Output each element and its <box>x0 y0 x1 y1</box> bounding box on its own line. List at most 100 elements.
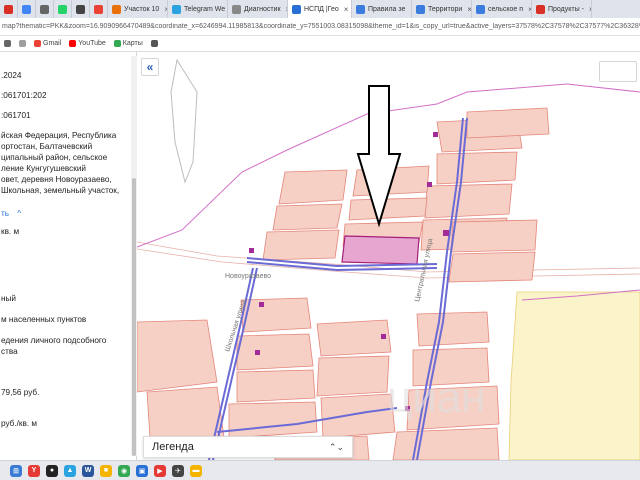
tab-favicon-icon <box>292 4 301 14</box>
bookmark-item[interactable] <box>19 40 26 47</box>
app-9-icon[interactable]: ✈ <box>172 464 184 477</box>
bookmark-label[interactable]: Gmail <box>43 40 61 47</box>
app-8-icon[interactable]: ▶ <box>154 464 166 477</box>
address-line-2: ортостан, Балтачевский <box>1 142 93 151</box>
bookmark-favicon-icon <box>150 40 158 47</box>
bookmark-favicon-icon <box>19 40 26 47</box>
bookmark-favicon-icon <box>34 40 41 47</box>
category-line: м населенных пунктов <box>1 315 87 324</box>
tab-label[interactable]: Продукты - <box>548 6 584 13</box>
bookmark-item[interactable]: Карты <box>113 40 143 47</box>
chevron-up-icon[interactable]: ^ <box>17 209 21 218</box>
bookmark-item[interactable] <box>150 40 158 47</box>
tab-favicon-icon <box>58 4 67 14</box>
map-search-box[interactable] <box>599 61 637 82</box>
parcel-info-panel: .2024 :061701:202 :061701 йская Федераци… <box>0 52 137 460</box>
tab-label[interactable]: сельское п <box>488 6 523 13</box>
watermark: циан <box>387 373 486 422</box>
browser-tab-strip: Участок 10×Telegram We×Диагностик×НСПД |… <box>0 0 640 18</box>
tab-favicon-icon <box>476 4 485 14</box>
browser-tab[interactable] <box>72 0 90 18</box>
collapse-panel-button[interactable]: « <box>141 58 159 76</box>
browser-tab[interactable]: Участок 10× <box>108 0 168 18</box>
tab-label[interactable]: Telegram We <box>184 6 225 13</box>
tab-favicon-icon <box>172 4 181 14</box>
tab-favicon-icon <box>232 4 241 14</box>
show-more-label[interactable]: ть <box>1 209 9 218</box>
map-canvas[interactable]: Новоуразаево Школьная улица Центральная … <box>137 52 640 460</box>
yellow-zone <box>508 291 640 460</box>
app-7-icon[interactable]: ▣ <box>136 464 148 477</box>
browser-tab[interactable]: НСПД |Гео × <box>288 0 352 18</box>
registration-date: .2024 <box>1 71 22 80</box>
address-line-6: Школьная, земельный участок, <box>1 186 120 195</box>
panel-scrollbar-thumb[interactable] <box>132 178 136 456</box>
browser-tab[interactable]: Telegram We× <box>168 0 228 18</box>
tab-favicon-icon <box>536 4 545 14</box>
cadastral-number: :061701:202 <box>1 91 47 100</box>
expand-collapse-icon[interactable]: ⌃⌄ <box>329 442 344 453</box>
browser-tab[interactable]: сельское п× <box>472 0 532 18</box>
chrome-icon[interactable]: ◉ <box>118 464 130 477</box>
address-line-1: йская Федерация, Республика <box>1 131 117 140</box>
windows-icon[interactable]: ⊞ <box>10 464 22 477</box>
tab-label[interactable]: Правила зе <box>368 6 405 13</box>
browser-tab[interactable] <box>0 0 18 18</box>
street-label-village: Новоуразаево <box>225 273 271 280</box>
app-3-icon[interactable]: ▲ <box>64 464 76 477</box>
browser-tab[interactable]: Правила зе× <box>352 0 412 18</box>
cadastral-cost: 79,56 руб. <box>1 388 40 397</box>
tab-label[interactable]: Территори <box>428 6 462 13</box>
bookmark-label[interactable]: YouTube <box>78 40 106 47</box>
bookmark-label[interactable]: Карты <box>123 40 143 47</box>
browser-tab[interactable] <box>36 0 54 18</box>
tab-favicon-icon <box>76 4 85 14</box>
tab-favicon-icon <box>94 4 103 14</box>
tab-label[interactable]: НСПД |Гео <box>304 6 339 13</box>
bookmark-item[interactable]: YouTube <box>69 40 106 47</box>
browser-tab[interactable]: Территори × <box>412 0 472 18</box>
tab-favicon-icon <box>356 4 365 14</box>
legend-label[interactable]: Легенда <box>152 441 194 453</box>
address-line-5: овет, деревня Новоуразаево, <box>1 175 112 184</box>
permitted-use-line-1: едения личного подсобного <box>1 336 107 345</box>
area-unit: кв. м <box>1 227 20 236</box>
legend-dropdown[interactable]: Легенда ⌃⌄ <box>143 436 353 458</box>
tab-favicon-icon <box>416 4 425 14</box>
bookmark-item[interactable]: Gmail <box>34 40 61 47</box>
bookmarks-bar: Gmail YouTube Карты <box>0 36 640 52</box>
browser-tab[interactable]: Диагностик× <box>228 0 288 18</box>
close-tab-icon[interactable]: × <box>344 5 349 14</box>
cadastral-quarter: :061701 <box>1 111 31 120</box>
yandex-icon[interactable]: Y <box>28 464 40 477</box>
url-text[interactable]: map?thematic=PKK&zoom=16.9090966470489&c… <box>2 23 640 30</box>
tab-favicon-icon <box>4 4 13 14</box>
bookmark-favicon-icon <box>69 40 77 47</box>
tab-label[interactable]: Участок 10 <box>124 6 159 13</box>
browser-tab[interactable] <box>90 0 108 18</box>
address-line-3: ципальный район, сельское <box>1 153 108 162</box>
browser-tab[interactable]: Продукты - × <box>532 0 592 18</box>
cost-per-unit: руб./кв. м <box>1 419 37 428</box>
app-2-icon[interactable]: ● <box>46 464 58 477</box>
tab-favicon-icon <box>40 4 49 14</box>
bookmark-favicon-icon <box>113 40 121 47</box>
browser-tab[interactable] <box>54 0 72 18</box>
address-bar[interactable]: map?thematic=PKK&zoom=16.9090966470489&c… <box>0 18 640 36</box>
os-taskbar: ⊞ Y ● ▲ W ■ ◉ ▣ ▶ ✈ ▬ <box>0 460 640 480</box>
permitted-use-line-2: ства <box>1 347 18 356</box>
app-5-icon[interactable]: ■ <box>100 464 112 477</box>
app-4-icon[interactable]: W <box>82 464 94 477</box>
cadastral-map[interactable]: Новоуразаево Школьная улица Центральная … <box>137 52 640 460</box>
app-10-icon[interactable]: ▬ <box>190 464 202 477</box>
bookmark-item[interactable] <box>4 40 11 47</box>
double-chevron-left-icon[interactable]: « <box>147 60 154 74</box>
close-tab-icon[interactable]: × <box>589 5 591 14</box>
tab-favicon-icon <box>112 4 121 14</box>
category-tail: ный <box>1 294 16 303</box>
browser-tab[interactable] <box>18 0 36 18</box>
tab-label[interactable]: Диагностик <box>244 6 281 13</box>
selected-parcel <box>341 235 420 265</box>
forest-outline <box>170 58 198 184</box>
show-more-link[interactable]: ть ^ <box>1 208 21 219</box>
